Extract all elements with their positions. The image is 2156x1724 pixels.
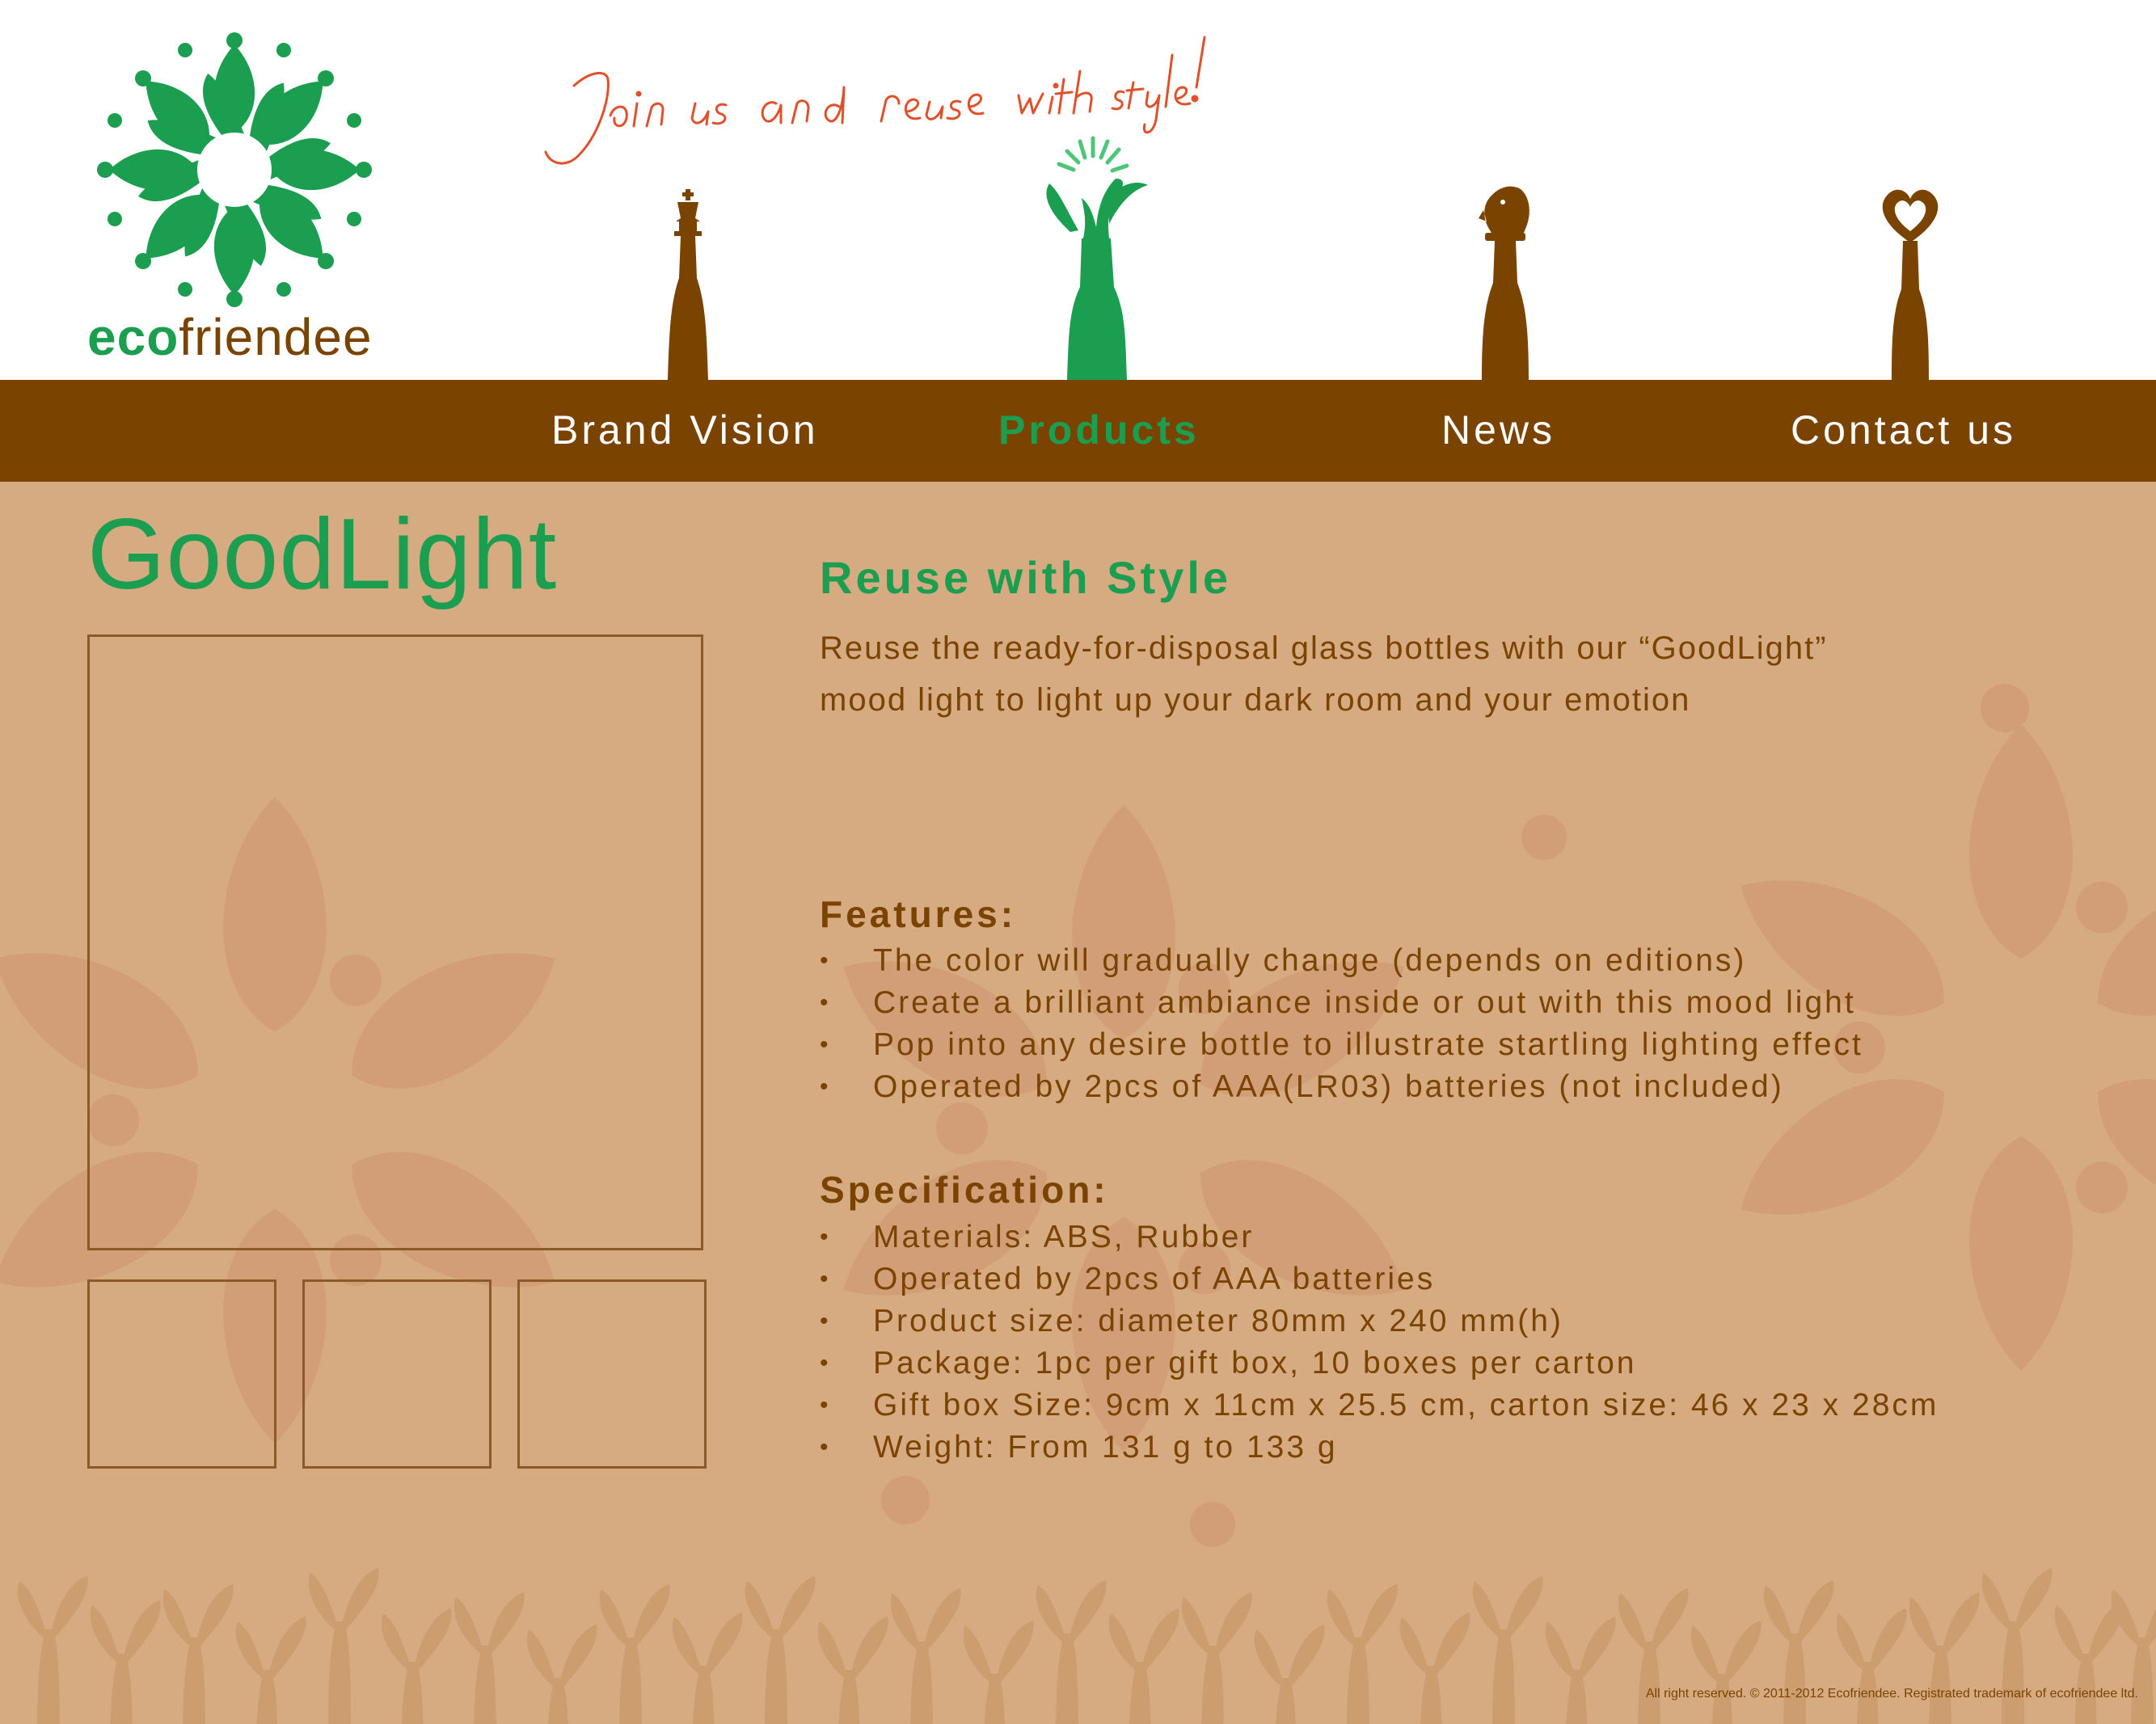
spec-item: Materials: ABS, Rubber bbox=[820, 1216, 1939, 1258]
spec-item: Product size: diameter 80mm x 240 mm(h) bbox=[820, 1300, 1939, 1343]
sprout-bottle-icon[interactable] bbox=[1035, 133, 1156, 380]
logo-flower-icon[interactable] bbox=[85, 32, 384, 307]
nav-products[interactable]: Products bbox=[998, 407, 1200, 453]
logo-eco: eco bbox=[87, 308, 179, 366]
product-intro: Reuse the ready-for-disposal glass bottl… bbox=[820, 630, 1828, 718]
knight-bottle-icon[interactable] bbox=[1475, 183, 1534, 380]
king-bottle-icon[interactable] bbox=[663, 189, 713, 380]
nav-brand-vision[interactable]: Brand Vision bbox=[551, 407, 819, 453]
product-thumbnail-2[interactable] bbox=[302, 1279, 492, 1469]
product-tagline: Reuse with Style bbox=[820, 552, 1232, 603]
product-title: GoodLight bbox=[87, 499, 558, 610]
features-heading: Features: bbox=[820, 893, 1017, 935]
footer-copyright: All right reserved. © 2011-2012 Ecofrien… bbox=[1645, 1687, 2138, 1701]
heart-bottle-icon[interactable] bbox=[1875, 184, 1945, 380]
feature-item: Pop into any desire bottle to illustrate… bbox=[820, 1024, 1863, 1066]
logo-friendee: friendee bbox=[179, 308, 373, 366]
product-thumbnail-3[interactable] bbox=[517, 1279, 707, 1469]
product-main-image[interactable] bbox=[87, 634, 703, 1250]
feature-item: The color will gradually change (depends… bbox=[820, 940, 1863, 982]
header: ecofriendee bbox=[0, 0, 2156, 380]
spec-item: Gift box Size: 9cm x 11cm x 25.5 cm, car… bbox=[820, 1385, 1939, 1427]
product-thumbnail-1[interactable] bbox=[87, 1279, 276, 1469]
nav-news[interactable]: News bbox=[1441, 407, 1555, 453]
specification-heading: Specification: bbox=[820, 1169, 1109, 1211]
feature-item: Create a brilliant ambiance inside or ou… bbox=[820, 982, 1863, 1024]
feature-item: Operated by 2pcs of AAA(LR03) batteries … bbox=[820, 1066, 1863, 1108]
nav-contact-us[interactable]: Contact us bbox=[1791, 407, 2016, 453]
spec-item: Weight: From 131 g to 133 g bbox=[820, 1427, 1939, 1469]
spec-item: Package: 1pc per gift box, 10 boxes per … bbox=[820, 1343, 1939, 1385]
logo-wordmark[interactable]: ecofriendee bbox=[87, 307, 373, 367]
features-list: The color will gradually change (depends… bbox=[820, 940, 1863, 1108]
specification-list: Materials: ABS, Rubber Operated by 2pcs … bbox=[820, 1216, 1939, 1469]
spec-item: Operated by 2pcs of AAA batteries bbox=[820, 1258, 1939, 1300]
